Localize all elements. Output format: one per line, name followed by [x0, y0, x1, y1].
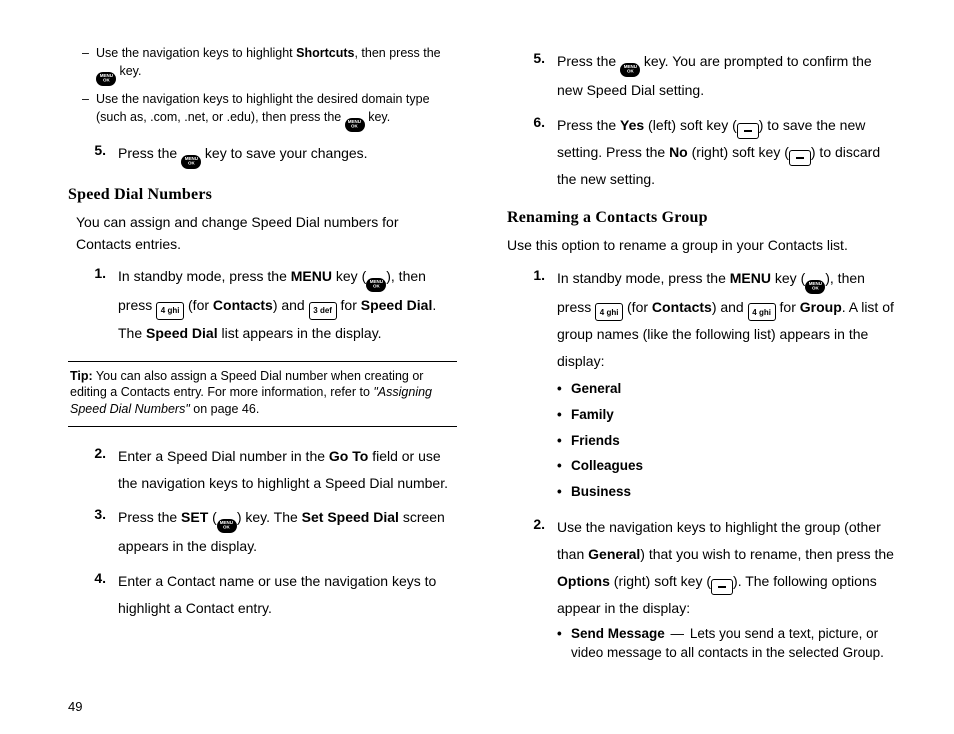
options-list: • Send Message — Lets you send a text, p… — [557, 625, 896, 663]
left-column: – Use the navigation keys to highlight S… — [48, 40, 457, 693]
menu-ok-icon: MENUOK — [805, 280, 825, 294]
sub-dash-list: – Use the navigation keys to highlight S… — [82, 44, 457, 132]
intro-text: Use this option to rename a group in you… — [507, 235, 896, 257]
list-item: •General — [557, 378, 896, 400]
intro-text: You can assign and change Speed Dial num… — [76, 212, 457, 255]
step-1: 1. In standby mode, press the MENU key (… — [68, 263, 457, 346]
key-4-icon: 4 ghi — [156, 302, 184, 320]
menu-ok-icon: MENUOK — [366, 278, 386, 292]
menu-ok-icon: MENUOK — [181, 155, 201, 169]
right-softkey-icon — [789, 150, 811, 166]
list-item: •Family — [557, 404, 896, 426]
list-item: • Send Message — Lets you send a text, p… — [557, 625, 896, 663]
sub-dash-item: – Use the navigation keys to highlight t… — [82, 90, 457, 132]
list-item: •Business — [557, 481, 896, 503]
step-1: 1. In standby mode, press the MENU key (… — [507, 265, 896, 507]
heading-speed-dial: Speed Dial Numbers — [68, 183, 457, 208]
step-5: 5. Press the MENUOK key. You are prompte… — [507, 48, 896, 104]
page-number: 49 — [48, 699, 906, 714]
key-4-icon: 4 ghi — [595, 303, 623, 321]
manual-page: – Use the navigation keys to highlight S… — [0, 0, 954, 734]
menu-ok-icon: MENUOK — [620, 63, 640, 77]
menu-ok-icon: MENUOK — [96, 72, 116, 86]
step-2: 2. Use the navigation keys to highlight … — [507, 514, 896, 667]
group-list: •General •Family •Friends •Colleagues •B… — [557, 378, 896, 502]
heading-renaming-group: Renaming a Contacts Group — [507, 206, 896, 231]
step-2: 2. Enter a Speed Dial number in the Go T… — [68, 443, 457, 496]
menu-ok-icon: MENUOK — [217, 519, 237, 533]
sub-dash-item: – Use the navigation keys to highlight S… — [82, 44, 457, 86]
tip-box: Tip: You can also assign a Speed Dial nu… — [68, 361, 457, 428]
key-3-icon: 3 def — [309, 302, 337, 320]
right-column: 5. Press the MENUOK key. You are prompte… — [507, 40, 906, 693]
left-softkey-icon — [737, 123, 759, 139]
menu-ok-icon: MENUOK — [345, 118, 365, 132]
step-4: 4. Enter a Contact name or use the navig… — [68, 568, 457, 621]
step-5: 5. Press the MENUOK key to save your cha… — [68, 140, 457, 169]
right-softkey-icon — [711, 579, 733, 595]
step-6: 6. Press the Yes (left) soft key () to s… — [507, 112, 896, 193]
key-4-icon: 4 ghi — [748, 303, 776, 321]
step-3: 3. Press the SET (MENUOK) key. The Set S… — [68, 504, 457, 560]
list-item: •Colleagues — [557, 455, 896, 477]
list-item: •Friends — [557, 430, 896, 452]
